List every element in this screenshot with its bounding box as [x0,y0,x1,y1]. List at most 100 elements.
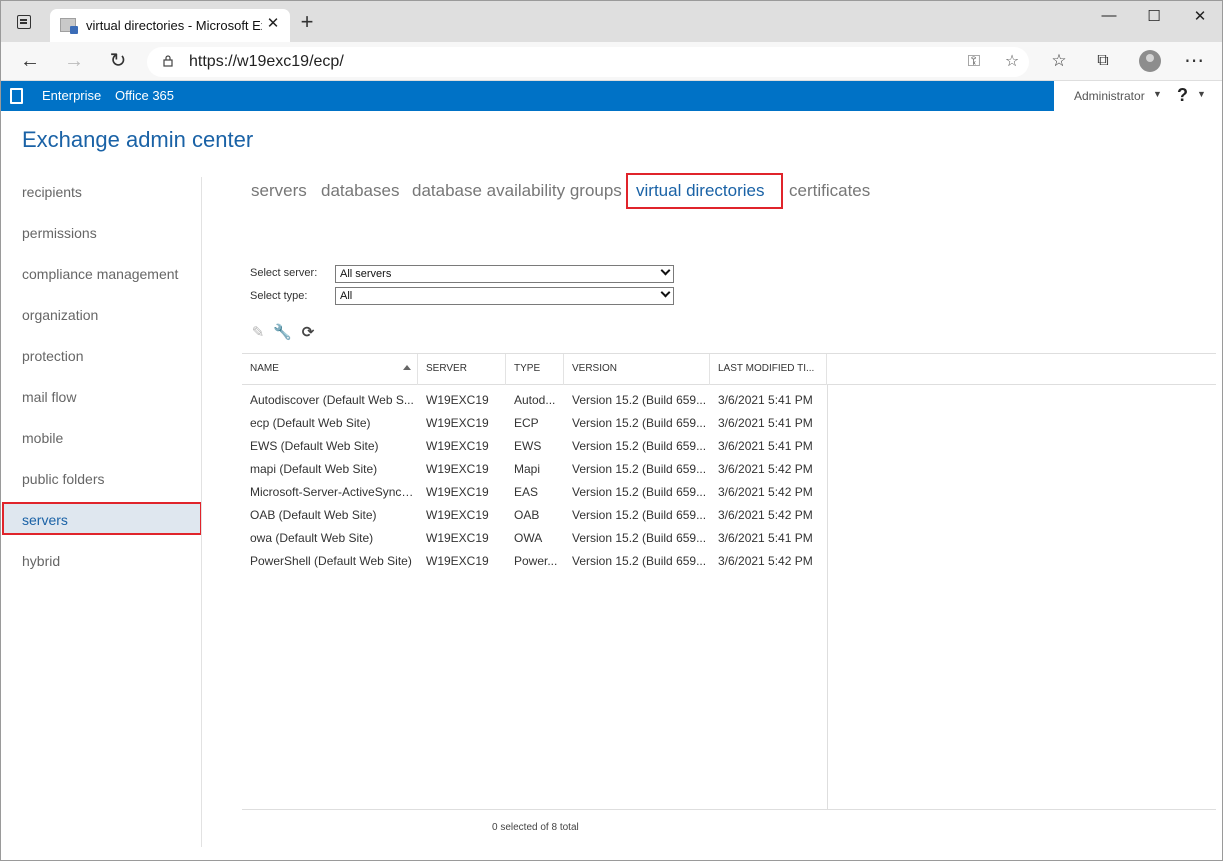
suite-bar: Enterprise Office 365 Administrator ▼ ? … [1,81,1222,111]
select-server-dropdown[interactable]: All servers [335,265,674,283]
cell-last-modified: 3/6/2021 5:41 PM [718,531,813,545]
cell-name: PowerShell (Default Web Site) [250,554,412,568]
profile-avatar[interactable] [1139,50,1161,72]
column-header-version[interactable]: VERSION [564,354,710,385]
table-row[interactable]: owa (Default Web Site) W19EXC19 OWA Vers… [242,528,827,551]
suite-link-office365[interactable]: Office 365 [115,88,174,103]
cell-server: W19EXC19 [426,439,489,453]
column-header-name[interactable]: NAME [242,354,418,385]
cell-last-modified: 3/6/2021 5:42 PM [718,508,813,522]
suite-link-enterprise[interactable]: Enterprise [42,88,101,103]
more-menu-icon[interactable]: ⋯ [1183,50,1205,72]
cell-version: Version 15.2 (Build 659... [572,393,707,407]
wrench-icon[interactable]: 🔧 [273,324,292,342]
refresh-icon[interactable]: ⟳ [299,324,317,342]
nav-item-protection[interactable]: protection [22,348,83,364]
caret-down-icon[interactable]: ▼ [1153,89,1162,99]
cell-name: Microsoft-Server-ActiveSync ... [250,485,414,499]
grid-bottom-border [242,809,1216,810]
maximize-icon[interactable]: ☐ [1139,7,1169,27]
nav-item-hybrid[interactable]: hybrid [22,553,60,569]
collections-icon[interactable]: ⧉ [1092,50,1114,72]
cell-name: Autodiscover (Default Web S... [250,393,414,407]
lock-icon [163,55,173,67]
tab-databases[interactable]: databases [321,181,399,201]
cell-type: ECP [514,416,539,430]
cell-version: Version 15.2 (Build 659... [572,462,707,476]
cell-version: Version 15.2 (Build 659... [572,485,707,499]
table-row[interactable]: PowerShell (Default Web Site) W19EXC19 P… [242,551,827,574]
add-favorite-icon[interactable]: ☆ [1001,51,1023,73]
window-menu-icon[interactable] [17,15,31,29]
table-row[interactable]: EWS (Default Web Site) W19EXC19 EWS Vers… [242,436,827,459]
nav-item-permissions[interactable]: permissions [22,225,97,241]
select-type-dropdown[interactable]: All [335,287,674,305]
table-row[interactable]: ecp (Default Web Site) W19EXC19 ECP Vers… [242,413,827,436]
cell-name: owa (Default Web Site) [250,531,374,545]
cell-server: W19EXC19 [426,508,489,522]
cell-version: Version 15.2 (Build 659... [572,508,707,522]
close-tab-icon[interactable]: ✕ [264,15,282,33]
cell-type: OWA [514,531,543,545]
column-header-server[interactable]: SERVER [418,354,506,385]
minimize-icon[interactable]: — [1094,7,1124,27]
cell-last-modified: 3/6/2021 5:42 PM [718,485,813,499]
select-server-label: Select server: [250,267,318,279]
column-header-type[interactable]: TYPE [506,354,564,385]
table-row[interactable]: Microsoft-Server-ActiveSync ... W19EXC19… [242,482,827,505]
sort-ascending-icon [403,365,411,370]
cell-type: EWS [514,439,542,453]
help-caret-down-icon[interactable]: ▼ [1197,89,1206,99]
cell-version: Version 15.2 (Build 659... [572,531,707,545]
tab-certificates[interactable]: certificates [789,181,870,201]
close-window-icon[interactable]: ✕ [1185,7,1215,27]
suite-bar-blue: Enterprise Office 365 [1,81,1054,111]
nav-item-public-folders[interactable]: public folders [22,471,105,487]
help-icon[interactable]: ? [1177,85,1188,106]
browser-tab[interactable]: virtual directories - Microsoft Exc ✕ [50,9,290,42]
cell-type: EAS [514,485,539,499]
user-menu[interactable]: Administrator [1074,89,1145,103]
cell-server: W19EXC19 [426,393,489,407]
cell-type: Autod... [514,393,556,407]
cell-name: OAB (Default Web Site) [250,508,377,522]
tab-servers[interactable]: servers [251,181,307,201]
nav-item-recipients[interactable]: recipients [22,184,82,200]
favorites-icon[interactable]: ☆ [1048,50,1070,72]
forward-icon[interactable]: → [63,50,85,72]
cell-type: Power... [514,554,558,568]
cell-last-modified: 3/6/2021 5:41 PM [718,439,813,453]
cell-last-modified: 3/6/2021 5:42 PM [718,554,813,568]
cell-version: Version 15.2 (Build 659... [572,439,707,453]
address-bar[interactable]: https://w19exc19/ecp/ ⚿ ☆ [147,47,1029,77]
table-row[interactable]: OAB (Default Web Site) W19EXC19 OAB Vers… [242,505,827,528]
pencil-icon[interactable]: ✎ [249,324,267,342]
cell-last-modified: 3/6/2021 5:41 PM [718,416,813,430]
tab-virtual-directories[interactable]: virtual directories [636,181,765,201]
column-header-last-modified[interactable]: LAST MODIFIED TI... [710,354,827,385]
column-header-name-label: NAME [250,363,279,374]
nav-item-servers-label: servers [22,512,68,528]
nav-item-mobile[interactable]: mobile [22,430,63,446]
cell-type: OAB [514,508,540,522]
browser-toolbar: ← → ↻ https://w19exc19/ecp/ ⚿ ☆ ☆ ⧉ ⋯ [1,42,1222,81]
browser-window: virtual directories - Microsoft Exc ✕ + … [0,0,1223,861]
refresh-page-icon[interactable]: ↻ [107,50,129,72]
tab-database-availability-groups[interactable]: database availability groups [412,181,622,201]
nav-item-servers[interactable]: servers [2,502,202,535]
grid-header: NAME SERVER TYPE VERSION LAST MODIFIED T… [242,353,1216,385]
select-type-label: Select type: [250,290,308,302]
table-row[interactable]: mapi (Default Web Site) W19EXC19 Mapi Ve… [242,459,827,482]
left-nav-divider [201,177,202,847]
nav-item-organization[interactable]: organization [22,307,98,323]
nav-item-mail-flow[interactable]: mail flow [22,389,76,405]
nav-item-compliance-management[interactable]: compliance management [22,266,178,282]
virtual-directories-grid: NAME SERVER TYPE VERSION LAST MODIFIED T… [242,353,1216,810]
back-icon[interactable]: ← [19,50,41,72]
table-row[interactable]: Autodiscover (Default Web S... W19EXC19 … [242,390,827,413]
key-icon[interactable]: ⚿ [963,51,985,73]
office-logo-icon[interactable] [10,88,23,104]
cell-server: W19EXC19 [426,554,489,568]
url-text[interactable]: https://w19exc19/ecp/ [189,53,344,71]
new-tab-icon[interactable]: + [297,11,317,33]
